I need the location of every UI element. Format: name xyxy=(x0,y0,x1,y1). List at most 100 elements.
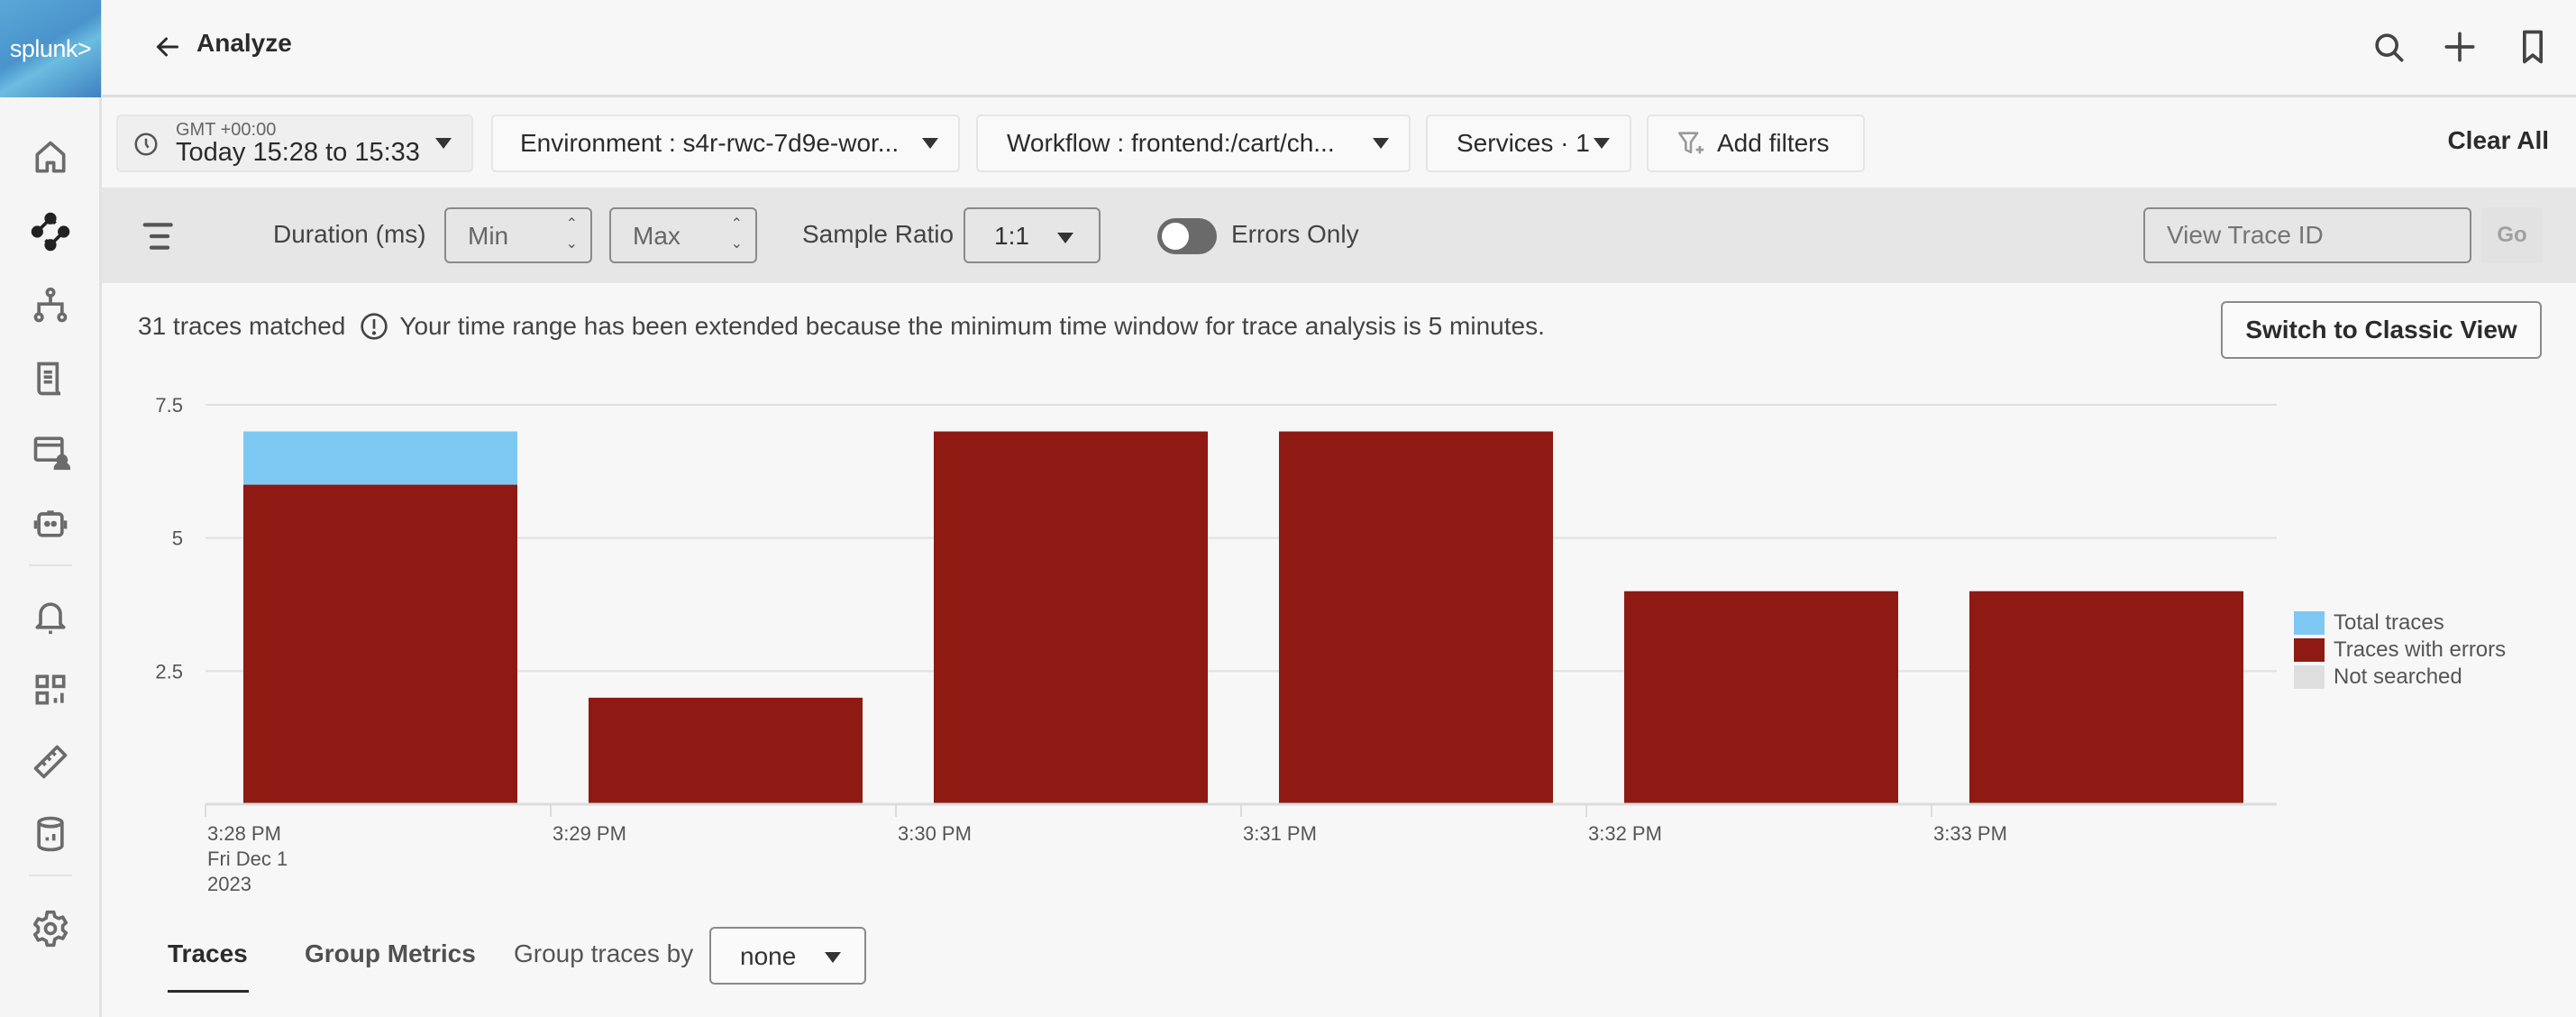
go-button[interactable]: Go xyxy=(2481,207,2543,263)
legend-swatch xyxy=(2294,611,2325,635)
workflow-filter-label: Workflow : frontend:/cart/ch... xyxy=(1007,129,1335,157)
active-tab-indicator xyxy=(168,990,249,993)
search-icon[interactable] xyxy=(2369,27,2408,67)
duration-min-input[interactable]: Min ⌃ ⌄ xyxy=(444,207,592,263)
tab-traces[interactable]: Traces xyxy=(168,939,248,968)
robot-icon xyxy=(33,510,68,537)
bar-total-traces xyxy=(243,431,517,485)
time-range-picker[interactable]: GMT +00:00 Today 15:28 to 15:33 xyxy=(116,115,473,172)
chevron-down-icon xyxy=(825,952,841,963)
sidebar-item-service-map[interactable] xyxy=(28,283,73,328)
y-tick-label: 2.5 xyxy=(155,660,183,683)
sidebar-item-logs[interactable] xyxy=(28,356,73,401)
header: Analyze xyxy=(102,0,2576,97)
legend-swatch xyxy=(2294,665,2325,689)
logo-text: splunk> xyxy=(9,34,92,62)
min-placeholder: Min xyxy=(468,222,509,250)
chart-svg: 2.5 5 7.5 3:28 PM Fri Dec 1 2023 3:29 PM 3:30 P… xyxy=(155,394,2277,895)
bar-traces-with-errors xyxy=(589,697,863,804)
document-icon xyxy=(37,362,61,396)
group-by-value: none xyxy=(740,942,797,970)
legend-item-not-searched[interactable]: Not searched xyxy=(2294,664,2506,691)
services-filter[interactable]: Services · 1 xyxy=(1426,115,1631,172)
splunk-logo[interactable]: splunk> xyxy=(0,0,101,97)
chevron-down-icon xyxy=(1373,138,1389,149)
sidebar-item-rum[interactable] xyxy=(28,429,73,474)
legend-label: Not searched xyxy=(2334,664,2462,689)
alert-circle-icon xyxy=(361,313,388,340)
hierarchy-icon xyxy=(33,287,68,323)
sidebar-item-dashboards[interactable] xyxy=(28,667,73,712)
legend-swatch xyxy=(2294,638,2325,662)
environment-filter[interactable]: Environment : s4r-rwc-7d9e-wor... xyxy=(491,115,960,172)
sample-ratio-value: 1:1 xyxy=(994,222,1029,250)
clear-all-button[interactable]: Clear All xyxy=(2447,126,2549,155)
sidebar-divider xyxy=(29,564,72,566)
services-filter-label: Services · 1 xyxy=(1457,129,1590,157)
toggle-knob xyxy=(1162,223,1189,250)
sidebar-item-home[interactable] xyxy=(28,135,73,180)
dashboard-grid-icon xyxy=(35,674,66,705)
filter-panel-toggle-icon[interactable] xyxy=(140,220,179,252)
sidebar-item-synthetics[interactable] xyxy=(28,501,73,546)
chart-legend: Total traces Traces with errors Not sear… xyxy=(2294,609,2506,691)
tab-group-metrics[interactable]: Group Metrics xyxy=(305,939,476,968)
browser-user-icon xyxy=(33,436,70,471)
back-arrow-icon[interactable] xyxy=(151,31,184,63)
bookmark-icon[interactable] xyxy=(2513,27,2553,67)
bar-traces-with-errors xyxy=(1624,591,1898,804)
workflow-filter[interactable]: Workflow : frontend:/cart/ch... xyxy=(976,115,1411,172)
x-tick-label: Fri Dec 1 xyxy=(207,848,288,870)
sidebar: splunk> xyxy=(0,0,102,1017)
bar-traces-with-errors xyxy=(1969,591,2243,804)
ruler-icon xyxy=(33,745,68,779)
x-tick-label: 3:31 PM xyxy=(1243,822,1317,845)
app-root: splunk> Analyze GMT +00:00 Today 15:28 t… xyxy=(0,0,2576,1017)
legend-item-traces-with-errors[interactable]: Traces with errors xyxy=(2294,637,2506,664)
chevron-down-icon xyxy=(922,138,938,149)
errors-only-toggle[interactable] xyxy=(1157,218,1217,254)
sidebar-item-metrics[interactable] xyxy=(28,739,73,784)
database-icon xyxy=(37,816,64,852)
stepper-arrows-icon[interactable]: ⌃ ⌄ xyxy=(566,215,578,254)
bar-traces-with-errors xyxy=(934,431,1208,804)
switch-to-classic-view-button[interactable]: Switch to Classic View xyxy=(2221,301,2542,359)
x-tick-label: 2023 xyxy=(207,873,251,895)
sidebar-divider xyxy=(29,875,72,876)
stepper-arrows-icon[interactable]: ⌃ ⌄ xyxy=(731,215,743,254)
sidebar-item-alerts[interactable] xyxy=(28,593,73,638)
view-trace-id-input[interactable] xyxy=(2143,207,2471,263)
bar-traces-with-errors xyxy=(1279,431,1553,804)
bar-traces-with-errors xyxy=(243,484,517,804)
page-title: Analyze xyxy=(196,29,292,57)
sidebar-item-settings[interactable] xyxy=(28,906,73,951)
legend-label: Total traces xyxy=(2334,610,2444,635)
environment-filter-label: Environment : s4r-rwc-7d9e-wor... xyxy=(520,129,900,157)
group-traces-by-label: Group traces by xyxy=(514,939,694,967)
traces-matched-count: 31 traces matched xyxy=(138,312,346,340)
x-tick-label: 3:32 PM xyxy=(1588,822,1662,845)
sidebar-item-apm[interactable] xyxy=(28,209,73,254)
x-tick-label: 3:28 PM xyxy=(207,822,281,845)
chevron-down-icon xyxy=(1057,233,1073,243)
x-tick-label: 3:30 PM xyxy=(898,822,972,845)
plus-icon[interactable] xyxy=(2440,27,2480,67)
add-filters-button[interactable]: Add filters xyxy=(1647,115,1865,172)
bell-icon xyxy=(35,602,66,635)
clock-icon xyxy=(134,133,158,156)
errors-only-label: Errors Only xyxy=(1231,220,1359,248)
duration-max-input[interactable]: Max ⌃ ⌄ xyxy=(609,207,757,263)
duration-label: Duration (ms) xyxy=(273,220,426,248)
sample-ratio-select[interactable]: 1:1 xyxy=(964,207,1101,263)
sidebar-item-data-management[interactable] xyxy=(28,811,73,857)
chevron-down-icon xyxy=(1594,138,1610,149)
trace-toolbar: Duration (ms) Min ⌃ ⌄ Max ⌃ ⌄ Sample Ratio… xyxy=(102,188,2576,283)
add-filters-label: Add filters xyxy=(1717,129,1830,157)
trace-count-chart: 2.5 5 7.5 3:28 PM Fri Dec 1 2023 3:29 PM 3:30 P… xyxy=(102,370,2576,911)
legend-item-total-traces[interactable]: Total traces xyxy=(2294,609,2506,637)
apm-nodes-icon xyxy=(31,212,70,252)
y-tick-label: 5 xyxy=(172,527,183,550)
x-tick-label: 3:33 PM xyxy=(1933,822,2007,845)
group-traces-by-select[interactable]: none xyxy=(709,927,866,985)
y-tick-label: 7.5 xyxy=(155,394,183,417)
